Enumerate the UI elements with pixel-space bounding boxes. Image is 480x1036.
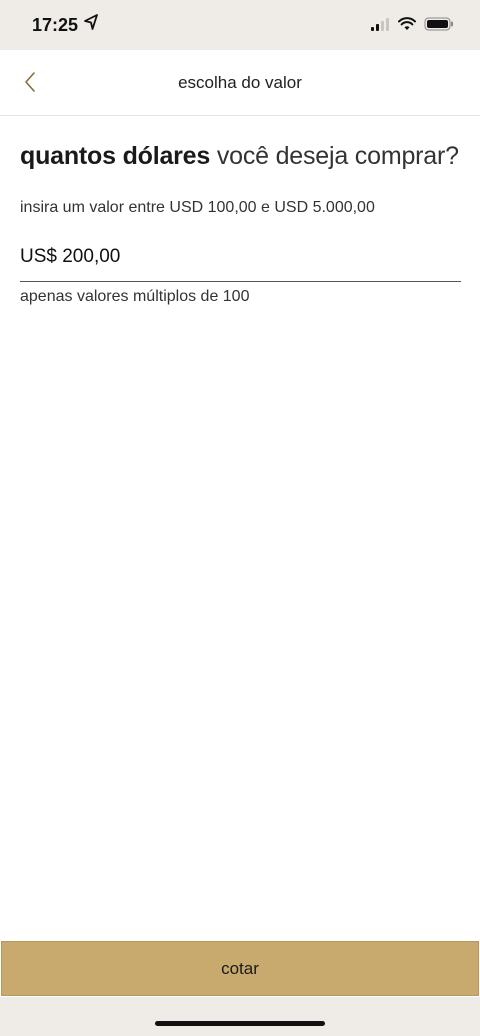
multiples-hint: apenas valores múltiplos de 100: [20, 288, 250, 305]
heading-light: você deseja comprar?: [216, 142, 459, 170]
page-title: escolha do valor: [178, 73, 302, 92]
home-indicator[interactable]: [155, 1021, 325, 1026]
amount-input[interactable]: [20, 242, 461, 282]
nav-bar: escolha do valor: [0, 50, 480, 116]
home-area: [0, 997, 480, 1036]
range-instruction: insira um valor entre USD 100,00 e USD 5…: [20, 199, 375, 216]
quote-button[interactable]: cotar: [1, 941, 479, 996]
signal-icon: [370, 17, 390, 36]
location-arrow-icon: [84, 14, 98, 35]
status-bar: 17:25: [0, 0, 480, 50]
status-time: 17:25: [32, 15, 79, 35]
wifi-icon: [398, 17, 416, 36]
status-icons: [370, 17, 454, 36]
battery-icon: [424, 17, 454, 36]
heading-bold: quantos dólares: [20, 142, 211, 170]
question-heading: quantos dólares você deseja comprar?: [20, 142, 459, 171]
